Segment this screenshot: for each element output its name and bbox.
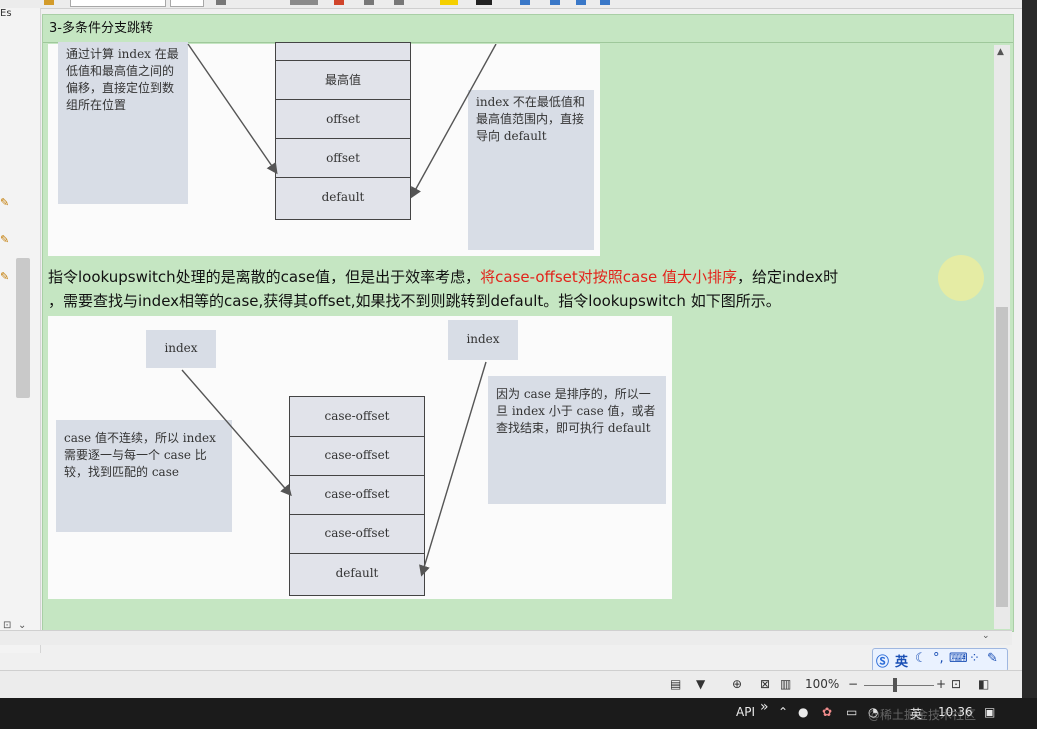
scroll-up-icon[interactable]: ▲ <box>997 47 1004 57</box>
filter-icon[interactable]: ▼ <box>696 677 705 691</box>
notification-icon[interactable]: ▣ <box>984 705 995 719</box>
ime-keyboard-icon[interactable]: ⌨ <box>949 651 968 666</box>
layout-icon[interactable]: ◧ <box>978 677 989 691</box>
taskbar: API » ⌃ ● ✿ ▭ ◔ 英 10:36 ▣ @稀土掘金技术社区 <box>0 698 1037 729</box>
scroll-down-icon[interactable]: ⌄ <box>982 631 990 641</box>
paragraph-line-2[interactable]: ，需要查找与index相等的case,获得其offset,如果找不到则跳转到de… <box>48 290 781 311</box>
note-edit-icon[interactable]: ✎ <box>0 196 12 209</box>
diagram-arrows <box>181 361 487 577</box>
note-title[interactable]: 3-多条件分支跳转 <box>43 15 1013 43</box>
taskbar-chevron[interactable]: » <box>760 699 769 715</box>
table-icon[interactable] <box>520 0 530 5</box>
highlight-icon[interactable] <box>440 0 458 5</box>
top-toolbar <box>0 0 1037 9</box>
attach-icon[interactable] <box>576 0 586 5</box>
zoom-level[interactable]: 100% <box>805 677 839 691</box>
battery-icon[interactable]: ▭ <box>846 705 857 719</box>
ime-settings-icon[interactable]: ✎ <box>987 651 998 666</box>
taskbar-api-label[interactable]: API <box>736 705 755 719</box>
zoom-in-icon[interactable]: + <box>936 677 946 691</box>
show-hidden-icons-icon[interactable]: ⌃ <box>778 705 788 719</box>
font-color-icon[interactable] <box>476 0 492 5</box>
font-size-box[interactable] <box>170 0 204 7</box>
paragraph-highlight-text: 将case-offset对按照case 值大小排序 <box>480 268 738 286</box>
scrollbar-thumb[interactable] <box>996 307 1008 607</box>
taskbar-watermark: @稀土掘金技术社区 <box>868 708 977 722</box>
note-vertical-scrollbar[interactable]: ▲ <box>994 45 1010 629</box>
ime-moon-icon[interactable]: ☾ <box>915 651 927 666</box>
font-name-box[interactable] <box>70 0 166 7</box>
paragraph-text: ，给定index时 <box>737 268 839 286</box>
zoom-slider-track[interactable] <box>864 685 934 686</box>
fit-icon[interactable]: ⊠ <box>760 677 770 691</box>
screenshot-icon[interactable] <box>600 0 610 5</box>
left-panel-cut-text: Es <box>0 8 12 19</box>
indent-icon[interactable] <box>364 0 374 5</box>
folder-icon[interactable] <box>44 0 54 5</box>
paragraph-line-1[interactable]: 指令lookupswitch处理的是离散的case值，但是出于效率考虑，将cas… <box>48 266 838 287</box>
ime-lang[interactable]: 英 <box>895 651 908 670</box>
align-icon[interactable] <box>290 0 318 5</box>
window-edge <box>1022 0 1037 698</box>
zoom-out-icon[interactable]: − <box>848 677 858 691</box>
diagram-arrows <box>187 44 497 199</box>
left-panel: Es ✎ ✎ ✎ ⊡ ⌄ › <box>0 8 41 653</box>
ime-toolbar[interactable]: Ⓢ 英 ☾ °, ⌨ ⁘ ✎ <box>872 648 1008 672</box>
fit-window-icon[interactable]: ⊡ <box>951 677 961 691</box>
note-edit-icon[interactable]: ✎ <box>0 233 12 246</box>
full-page-icon[interactable]: ▥ <box>780 677 791 691</box>
outdent-icon[interactable] <box>394 0 404 5</box>
list-icon[interactable] <box>334 0 344 5</box>
tray-app-icon[interactable]: ● <box>798 705 808 719</box>
ime-logo-icon[interactable]: Ⓢ <box>876 651 889 670</box>
ime-punct-icon[interactable]: °, <box>933 651 944 666</box>
link-icon[interactable] <box>550 0 560 5</box>
tray-flower-icon[interactable]: ✿ <box>822 705 832 719</box>
format-icon[interactable] <box>216 0 226 5</box>
note-edit-icon[interactable]: ✎ <box>0 270 12 283</box>
page-view-icon[interactable]: ▤ <box>670 677 681 691</box>
cursor-highlight <box>938 255 984 301</box>
ime-grid-icon[interactable]: ⁘ <box>969 651 980 666</box>
status-bar: ▤ ▼ ⊕ ⊠ ▥ 100% − + ⊡ ◧ <box>0 670 1022 699</box>
target-icon[interactable]: ⊕ <box>732 677 742 691</box>
paragraph-text: 指令lookupswitch处理的是离散的case值，但是出于效率考虑， <box>48 268 481 286</box>
note-horizontal-scrollbar[interactable]: ⌄ <box>0 630 1012 645</box>
lookupswitch-diagram: index index case 值不连续，所以 index 需要逐一与每一个 … <box>48 316 672 599</box>
zoom-slider-thumb[interactable] <box>893 678 897 692</box>
left-panel-scrollbar[interactable] <box>16 258 30 398</box>
tableswitch-diagram: 通过计算 index 在最低值和最高值之间的偏移，直接定位到数组所在位置 ind… <box>48 42 600 256</box>
